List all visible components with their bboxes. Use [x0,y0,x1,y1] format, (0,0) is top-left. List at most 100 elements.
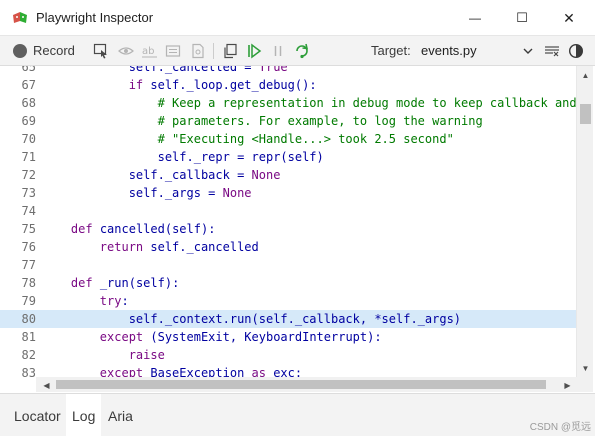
theme-toggle-button[interactable] [568,43,584,59]
tab-aria[interactable]: Aria [102,394,139,436]
code-line[interactable]: 82 raise [0,346,576,364]
code-text: # "Executing <Handle...> took 2.5 second… [157,132,454,146]
line-number: 76 [21,240,36,254]
pick-locator-button[interactable] [93,43,109,59]
code-text: return self._cancelled [99,240,259,254]
code-line[interactable]: 70 # "Executing <Handle...> took 2.5 sec… [0,130,576,148]
copy-button[interactable] [222,43,238,59]
code-text: self._args = None [42,186,252,200]
assert-visibility-button[interactable] [118,43,134,59]
copy-icon [224,43,237,59]
assert-value-icon [165,45,181,57]
scroll-down-icon[interactable]: ▼ [577,361,594,375]
code-line[interactable]: 65 self._cancelled = True [0,66,576,76]
line-number: 72 [21,168,36,182]
assert-value-button[interactable] [165,43,181,59]
code-text: raise [128,348,165,362]
tab-locator[interactable]: Locator [8,394,67,436]
playwright-logo-icon [13,12,27,23]
tab-aria-label: Aria [108,407,133,424]
code-line[interactable]: 77 [0,256,576,274]
code-text: # parameters. For example, to log the wa… [157,114,483,128]
scroll-up-icon[interactable]: ▲ [577,68,594,82]
vertical-scrollbar[interactable]: ▲ ▼ [576,66,593,377]
assert-snapshot-icon [192,43,204,59]
line-number: 79 [21,294,36,308]
svg-text:ab: ab [142,46,154,57]
line-number: 68 [21,96,36,110]
theme-toggle-icon [568,43,584,59]
scrollbar-corner [576,377,593,392]
horizontal-scrollbar[interactable]: ◀ ▶ [36,377,576,392]
assert-visibility-icon [118,47,134,55]
watermark: CSDN @觅远 [529,422,591,433]
line-number: 75 [21,222,36,236]
assert-text-button[interactable]: ab [141,43,159,59]
line-number: 70 [21,132,36,146]
resume-icon [248,43,262,59]
record-label[interactable]: Record [33,43,75,58]
tab-log-label: Log [72,407,96,424]
code-line[interactable]: 78 def _run(self): [0,274,576,292]
close-button[interactable]: ✕ [546,0,592,36]
line-number: 77 [21,258,36,272]
code-text: def _run(self): [70,276,180,290]
code-line[interactable]: 74 [0,202,576,220]
chevron-down-icon [523,48,533,54]
maximize-icon: ☐ [516,10,528,25]
toolbar: Record ab Target: events.py [0,36,595,66]
line-number: 82 [21,348,36,362]
code-line[interactable]: 79 try: [0,292,576,310]
target-select[interactable]: events.py [421,43,477,58]
title-bar: Playwright Inspector — ☐ ✕ [0,0,595,36]
code-line[interactable]: 75 def cancelled(self): [0,220,576,238]
record-button[interactable] [13,43,27,59]
scroll-right-icon[interactable]: ▶ [559,378,576,392]
pick-locator-icon [93,43,107,59]
code-line[interactable]: 67 if self._loop.get_debug(): [0,76,576,94]
line-number: 83 [21,366,36,377]
code-line[interactable]: 83 except BaseException as exc: [0,364,576,377]
code-line[interactable]: 72 self._callback = None [0,166,576,184]
code-line[interactable]: 81 except (SystemExit, KeyboardInterrupt… [0,328,576,346]
code-line[interactable]: 69 # parameters. For example, to log the… [0,112,576,130]
clear-button[interactable] [544,43,560,59]
pause-icon [274,46,282,56]
pause-button[interactable] [270,43,286,59]
code-text: if self._loop.get_debug(): [128,78,317,92]
line-number: 71 [21,150,36,164]
maximize-button[interactable]: ☐ [499,0,545,36]
code-text: try: [99,294,129,308]
code-text: self._context.run(self._callback, *self.… [42,312,462,326]
bottom-tab-bar: Locator Log Aria CSDN @觅远 [0,393,595,436]
code-line[interactable]: 76 return self._cancelled [0,238,576,256]
code-text: except (SystemExit, KeyboardInterrupt): [99,330,382,344]
minimize-button[interactable]: — [452,0,498,36]
tab-log[interactable]: Log [66,394,102,436]
assert-snapshot-button[interactable] [190,43,206,59]
tab-locator-label: Locator [14,407,61,424]
code-line[interactable]: 68 # Keep a representation in debug mode… [0,94,576,112]
assert-text-icon: ab [142,46,157,58]
horizontal-scroll-thumb[interactable] [56,380,546,389]
code-text: # Keep a representation in debug mode to… [157,96,576,110]
line-number: 74 [21,204,36,218]
code-text: self._repr = repr(self) [42,150,324,164]
code-text: self._callback = None [42,168,281,182]
code-line[interactable]: 73 self._args = None [0,184,576,202]
step-over-button[interactable] [294,43,310,59]
resume-button[interactable] [246,43,262,59]
line-number: 65 [21,66,36,74]
scroll-left-icon[interactable]: ◀ [38,378,55,392]
step-over-icon [296,43,309,59]
line-number: 81 [21,330,36,344]
line-number: 73 [21,186,36,200]
code-line[interactable]: 71 self._repr = repr(self) [0,148,576,166]
vertical-scroll-thumb[interactable] [580,104,591,124]
line-number: 69 [21,114,36,128]
target-dropdown-button[interactable] [522,43,534,59]
code-line[interactable]: 80 self._context.run(self._callback, *se… [0,310,576,328]
minimize-icon: — [469,11,481,25]
source-code-view[interactable]: 65 self._cancelled = True 67 if self._loo… [0,66,576,377]
code-text: def cancelled(self): [70,222,216,236]
